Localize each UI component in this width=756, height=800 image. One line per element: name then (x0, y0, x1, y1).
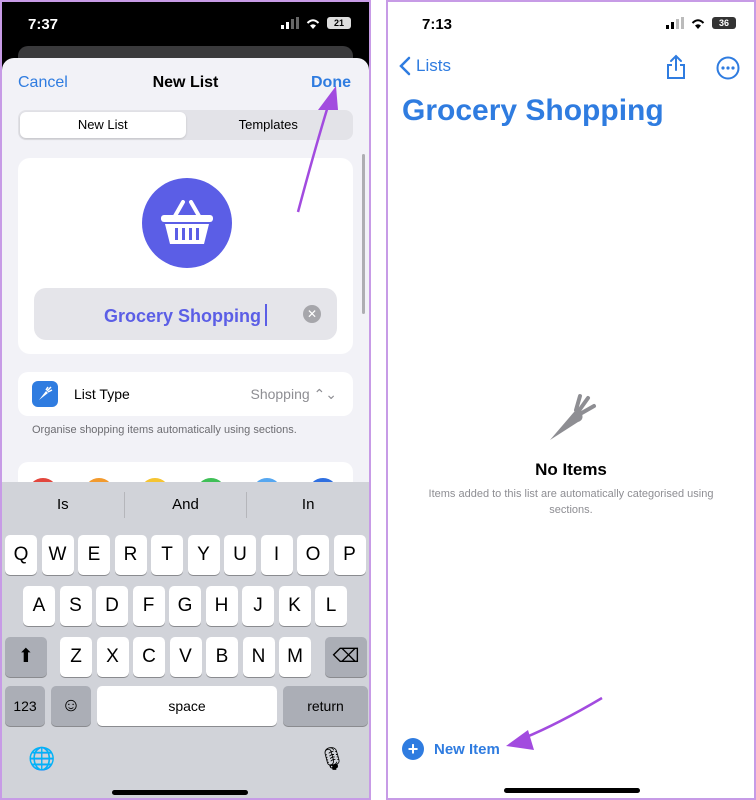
key-z[interactable]: Z (60, 637, 92, 677)
key-e[interactable]: E (78, 535, 110, 575)
new-list-screen: 7:37 21 Cancel New List Done New List Te… (0, 0, 371, 800)
list-type-label: List Type (74, 386, 130, 402)
key-q[interactable]: Q (5, 535, 37, 575)
tab-new-list[interactable]: New List (20, 112, 186, 138)
status-time: 7:37 (28, 16, 59, 33)
new-item-label: New Item (434, 740, 500, 758)
chevron-left-icon (399, 56, 411, 76)
key-h[interactable]: H (205, 586, 238, 626)
empty-state-title: No Items (535, 460, 607, 479)
keyboard: Is And In QWERTYUIOP ASDFGHJKL ZXCVBNM ⬆ ⌫… (2, 482, 369, 798)
tab-templates[interactable]: Templates (186, 112, 352, 138)
scroll-indicator[interactable] (362, 154, 365, 314)
list-type-hint: Organise shopping items automatically us… (32, 424, 297, 436)
numbers-key[interactable]: 123 (5, 686, 45, 726)
signal-icon (666, 17, 684, 29)
status-time: 7:13 (422, 16, 453, 33)
empty-state-subtitle: Items added to this list are automatical… (428, 488, 714, 516)
carrot-icon (32, 381, 58, 407)
return-key[interactable]: return (283, 686, 368, 726)
key-b[interactable]: B (206, 637, 238, 677)
globe-icon[interactable]: 🌐 (28, 746, 55, 772)
status-bar: 7:13 36 (388, 2, 754, 46)
key-j[interactable]: J (242, 586, 274, 626)
battery-icon: 21 (327, 17, 351, 29)
key-k[interactable]: K (278, 586, 311, 626)
key-n[interactable]: N (242, 637, 275, 677)
battery-icon: 36 (712, 17, 736, 29)
back-label: Lists (416, 56, 451, 75)
key-y[interactable]: Y (187, 535, 220, 575)
key-w[interactable]: W (41, 535, 74, 575)
text-caret (265, 304, 268, 326)
delete-key[interactable]: ⌫ (325, 637, 367, 677)
key-l[interactable]: L (315, 586, 347, 626)
key-g[interactable]: G (169, 586, 201, 626)
list-name-input[interactable]: Grocery Shopping ✕ (34, 288, 337, 340)
status-bar: 7:37 21 (2, 2, 369, 46)
space-key[interactable]: space (97, 686, 277, 726)
carrot-icon (550, 394, 596, 440)
list-icon-button[interactable] (142, 178, 232, 268)
key-i[interactable]: I (260, 535, 293, 575)
list-name-value: Grocery Shopping (103, 306, 262, 326)
shopping-basket-icon (161, 200, 213, 244)
done-button[interactable]: Done (311, 74, 351, 92)
suggestion-3[interactable]: In (247, 482, 369, 528)
list-icon-card: Grocery Shopping ✕ (18, 158, 353, 354)
key-a[interactable]: A (23, 586, 55, 626)
back-button[interactable]: Lists (398, 56, 451, 76)
new-item-button[interactable]: + New Item (402, 738, 500, 760)
home-indicator (112, 790, 248, 795)
suggestion-2[interactable]: And (125, 482, 247, 528)
plus-circle-icon: + (402, 738, 424, 760)
share-icon[interactable] (664, 54, 688, 80)
suggestion-1[interactable]: Is (2, 482, 124, 528)
shift-key[interactable]: ⬆ (5, 637, 47, 677)
list-type-value[interactable]: Shopping ⌃⌄ (250, 386, 337, 403)
key-d[interactable]: D (96, 586, 128, 626)
key-c[interactable]: C (133, 637, 165, 677)
key-r[interactable]: R (114, 535, 147, 575)
wifi-icon (306, 19, 320, 29)
key-f[interactable]: F (132, 586, 165, 626)
sheet-nav-bar: Cancel New List Done (2, 58, 369, 110)
signal-icon (281, 17, 299, 29)
key-s[interactable]: S (59, 586, 92, 626)
suggestion-bar: Is And In (2, 482, 369, 528)
key-o[interactable]: O (297, 535, 329, 575)
list-title: Grocery Shopping (402, 94, 664, 127)
key-u[interactable]: U (224, 535, 256, 575)
key-m[interactable]: M (279, 637, 311, 677)
key-p[interactable]: P (333, 535, 366, 575)
key-v[interactable]: V (169, 637, 202, 677)
key-t[interactable]: T (151, 535, 183, 575)
list-type-row[interactable]: List Type Shopping ⌃⌄ (18, 372, 353, 416)
emoji-key[interactable]: ☺ (51, 686, 91, 726)
wifi-icon (691, 19, 705, 29)
clear-text-icon[interactable]: ✕ (303, 305, 321, 323)
grocery-list-screen: 7:13 36 Lists Grocery Shopping No Items … (386, 0, 756, 800)
microphone-icon[interactable]: 🎙 (318, 746, 346, 772)
home-indicator (504, 788, 640, 793)
more-options-icon[interactable] (716, 56, 740, 80)
key-x[interactable]: X (96, 637, 129, 677)
segmented-control: New List Templates (18, 110, 353, 140)
